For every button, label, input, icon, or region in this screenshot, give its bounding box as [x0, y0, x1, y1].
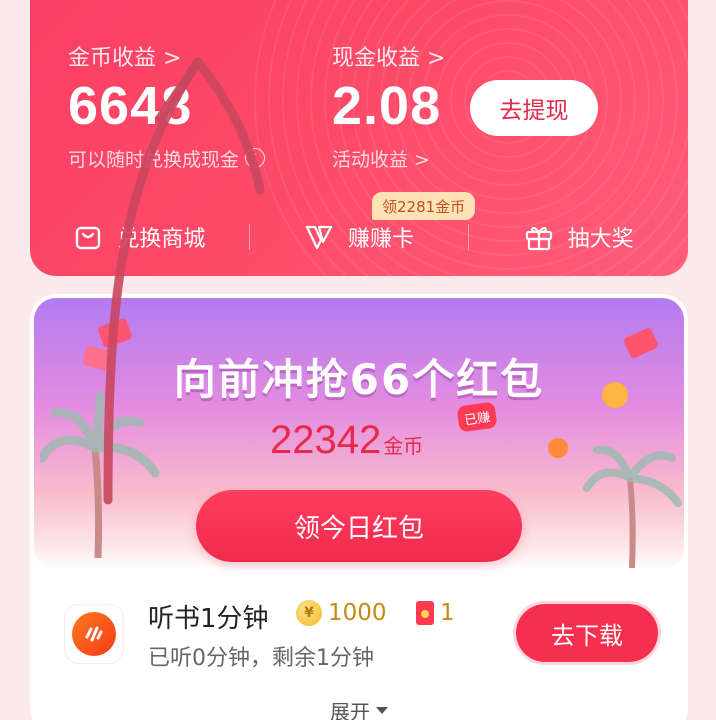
chevron-down-icon: [376, 707, 388, 714]
banner-title: 向前冲抢66个红包: [173, 355, 545, 404]
task-title: 听书1分钟: [148, 604, 269, 634]
floating-coin: [548, 438, 568, 458]
task-progress: 已听0分钟，剩余1分钟: [148, 646, 374, 671]
coin-note: 可以随时兑换成现金 i: [68, 145, 266, 172]
earnings-card: 金币收益 > 6648 可以随时兑换成现金 i 现金收益 > 2.08 活动收益…: [30, 0, 688, 276]
expand-toggle[interactable]: 展开: [30, 696, 688, 720]
audiobook-app-icon: [64, 604, 124, 664]
cash-earnings-title[interactable]: 现金收益 >: [332, 40, 445, 72]
coin-earnings[interactable]: 金币收益 > 6648 可以随时兑换成现金 i: [68, 40, 266, 172]
earned-tag: 已赚: [456, 401, 498, 433]
packet-reward-value: 1: [440, 600, 455, 626]
coin-promo-badge: 领2281金币: [372, 192, 476, 220]
earn-card-label: 赚赚卡: [348, 227, 415, 252]
packet-reward: 1: [416, 600, 455, 626]
coin-note-text: 可以随时兑换成现金: [68, 148, 240, 171]
expand-label: 展开: [330, 700, 370, 720]
red-packet-icon: [416, 601, 434, 625]
cash-balance: 2.08: [332, 76, 442, 136]
earned-amount-value: 22342: [270, 418, 382, 462]
red-packet-card: 向前冲抢66个红包 22342 金币 已赚 领今日红包 听书1分钟 ¥ 1000…: [30, 294, 688, 720]
v-card-icon: [305, 225, 333, 250]
lucky-draw-button[interactable]: 抽大奖: [469, 221, 688, 253]
earn-card-button[interactable]: 赚赚卡: [250, 221, 469, 253]
cash-earnings[interactable]: 现金收益 > 2.08 活动收益 >: [332, 40, 445, 172]
coin-balance: 6648: [68, 76, 193, 136]
task-row: 听书1分钟 ¥ 1000 1 已听0分钟，剩余1分钟 去下载: [30, 594, 688, 686]
earned-amount: 22342 金币: [270, 418, 423, 463]
withdraw-button[interactable]: 去提现: [470, 80, 598, 136]
coin-reward-value: 1000: [328, 600, 387, 626]
quick-action-bar: 兑换商城 赚赚卡 抽大奖: [30, 212, 688, 262]
floating-red-packet: [97, 317, 133, 349]
shopping-bag-icon: [76, 226, 101, 250]
exchange-mall-button[interactable]: 兑换商城: [30, 221, 249, 253]
coin-reward: ¥ 1000: [296, 600, 387, 626]
audio-wave-icon: [85, 626, 103, 642]
download-button[interactable]: 去下载: [516, 604, 658, 662]
coin-icon: ¥: [296, 600, 322, 626]
lucky-draw-label: 抽大奖: [567, 227, 634, 252]
earned-amount-unit: 金币: [383, 434, 424, 458]
palm-tree-right: [583, 445, 682, 568]
activity-earnings-link[interactable]: 活动收益 >: [332, 145, 445, 172]
palm-tree-left: [40, 391, 160, 558]
exchange-mall-label: 兑换商城: [117, 227, 206, 252]
coin-earnings-title[interactable]: 金币收益 >: [68, 40, 265, 72]
claim-red-packet-button[interactable]: 领今日红包: [196, 490, 522, 562]
gift-icon: [525, 226, 552, 251]
info-icon[interactable]: i: [245, 148, 266, 169]
